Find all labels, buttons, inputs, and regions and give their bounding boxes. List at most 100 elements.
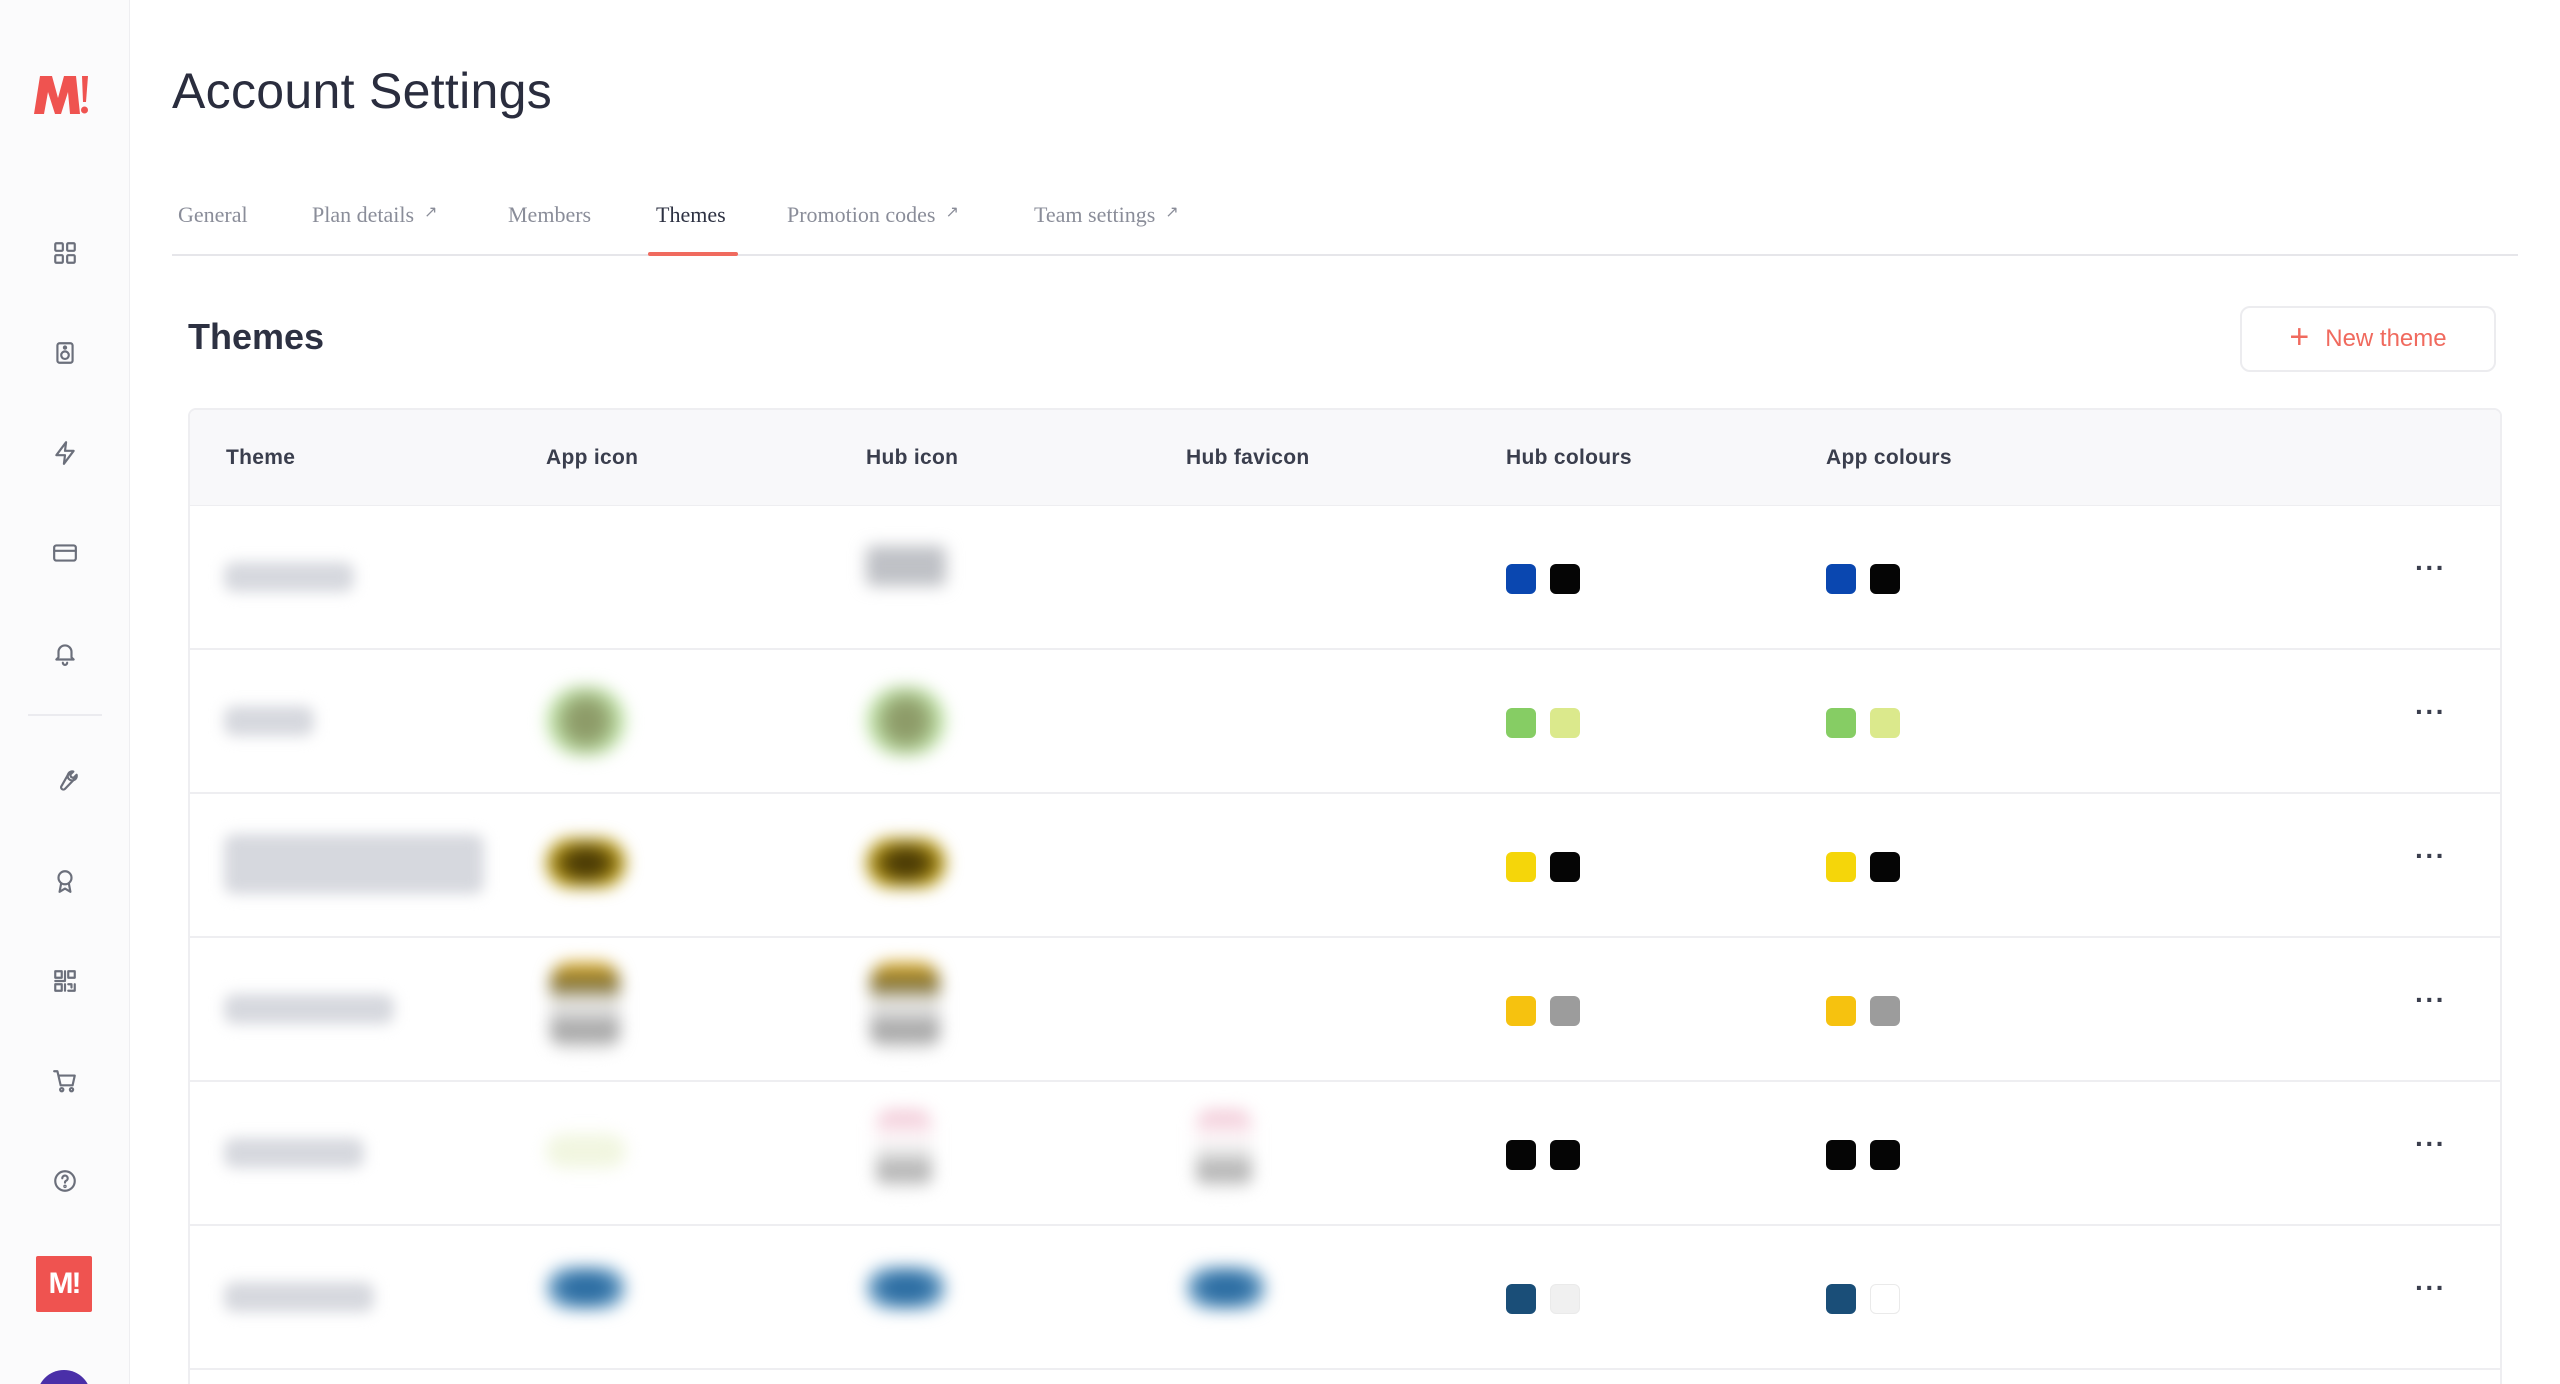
new-theme-button[interactable]: + New theme <box>2240 306 2496 372</box>
hub-icon-image <box>870 962 940 1052</box>
app-icon-image <box>546 838 626 888</box>
color-swatch <box>1826 996 1856 1026</box>
column-header-hub-favicon: Hub favicon <box>1186 446 1310 469</box>
brand-logo[interactable] <box>30 68 90 120</box>
tab-promotion-codes[interactable]: Promotion codes ↗ <box>787 202 959 228</box>
grid-icon[interactable] <box>48 236 82 270</box>
table-header: Theme App icon Hub icon Hub favicon Hub … <box>190 410 2500 506</box>
color-swatch <box>1506 852 1536 882</box>
column-header-app-colours: App colours <box>1826 446 1952 469</box>
tab-team-settings[interactable]: Team settings ↗ <box>1034 202 1179 228</box>
hub-icon-image <box>866 546 946 586</box>
row-actions-button[interactable]: ··· <box>2415 1128 2446 1160</box>
app-colours <box>1826 996 1900 1026</box>
hub-colours <box>1506 564 1580 594</box>
color-swatch <box>1870 1284 1900 1314</box>
external-link-icon: ↗ <box>945 202 959 221</box>
color-swatch <box>1870 996 1900 1026</box>
active-tab-indicator <box>648 252 738 256</box>
color-swatch <box>1826 1140 1856 1170</box>
app-colours <box>1826 564 1900 594</box>
tab-bar: General Plan details ↗ Members Themes Pro… <box>172 180 2518 256</box>
table-row[interactable]: ··· <box>190 1082 2500 1226</box>
external-link-icon: ↗ <box>1165 202 1179 221</box>
color-swatch <box>1826 852 1856 882</box>
lightning-icon[interactable] <box>48 436 82 470</box>
color-swatch <box>1550 1284 1580 1314</box>
color-swatch <box>1550 708 1580 738</box>
page-title: Account Settings <box>172 63 553 119</box>
app-icon-image <box>546 686 626 756</box>
row-actions-button[interactable]: ··· <box>2415 984 2446 1016</box>
external-link-icon: ↗ <box>424 202 438 221</box>
hub-icon-image <box>866 686 946 756</box>
hub-favicon-image <box>1186 1266 1266 1310</box>
sidebar: M! <box>0 0 130 1384</box>
color-swatch <box>1550 564 1580 594</box>
color-swatch <box>1550 996 1580 1026</box>
app-colours <box>1826 708 1900 738</box>
tab-members[interactable]: Members <box>508 202 591 228</box>
app-icon-image <box>546 1134 626 1168</box>
award-icon[interactable] <box>48 864 82 898</box>
hub-icon-image <box>866 1266 946 1310</box>
brand-badge[interactable]: M! <box>36 1256 92 1312</box>
column-header-app-icon: App icon <box>546 446 639 469</box>
theme-name-redacted <box>224 994 394 1024</box>
plus-icon: + <box>2289 318 2310 356</box>
color-swatch <box>1870 1140 1900 1170</box>
avatar[interactable] <box>37 1370 91 1384</box>
app-icon-image <box>546 1266 626 1310</box>
table-row[interactable]: ··· <box>190 938 2500 1082</box>
table-row[interactable]: ··· <box>190 506 2500 650</box>
hub-colours <box>1506 708 1580 738</box>
hub-colours <box>1506 1140 1580 1170</box>
color-swatch <box>1506 564 1536 594</box>
card-icon[interactable] <box>48 536 82 570</box>
hub-icon-image <box>866 838 946 888</box>
color-swatch <box>1826 564 1856 594</box>
help-icon[interactable] <box>48 1164 82 1198</box>
section-title: Themes <box>188 316 325 357</box>
hub-colours <box>1506 996 1580 1026</box>
theme-name-redacted <box>224 1282 374 1312</box>
row-actions-button[interactable]: ··· <box>2415 696 2446 728</box>
table-row[interactable]: ··· <box>190 794 2500 938</box>
row-actions-button[interactable]: ··· <box>2415 552 2446 584</box>
bell-icon[interactable] <box>48 636 82 670</box>
color-swatch <box>1550 852 1580 882</box>
row-actions-button[interactable]: ··· <box>2415 1272 2446 1304</box>
app-colours <box>1826 852 1900 882</box>
theme-name-redacted <box>224 562 354 592</box>
speaker-icon[interactable] <box>48 336 82 370</box>
qr-code-icon[interactable] <box>48 964 82 998</box>
color-swatch <box>1870 564 1900 594</box>
app-icon-image <box>550 962 620 1052</box>
themes-table: Theme App icon Hub icon Hub favicon Hub … <box>188 408 2502 1384</box>
app-colours <box>1826 1284 1900 1314</box>
cart-icon[interactable] <box>48 1064 82 1098</box>
hub-icon-image <box>876 1110 932 1190</box>
theme-name-redacted <box>224 834 484 894</box>
table-row[interactable]: ··· <box>190 1226 2500 1370</box>
row-actions-button[interactable]: ··· <box>2415 840 2446 872</box>
column-header-hub-icon: Hub icon <box>866 446 959 469</box>
color-swatch <box>1550 1140 1580 1170</box>
color-swatch <box>1506 708 1536 738</box>
color-swatch <box>1870 708 1900 738</box>
hub-favicon-image <box>1196 1110 1252 1190</box>
color-swatch <box>1826 708 1856 738</box>
wrench-icon[interactable] <box>48 764 82 798</box>
color-swatch <box>1870 852 1900 882</box>
color-swatch <box>1826 1284 1856 1314</box>
theme-name-redacted <box>224 706 314 736</box>
color-swatch <box>1506 1140 1536 1170</box>
new-theme-label: New theme <box>2325 325 2447 352</box>
tab-plan-details[interactable]: Plan details ↗ <box>312 202 437 228</box>
tab-general[interactable]: General <box>178 202 248 228</box>
app-colours <box>1826 1140 1900 1170</box>
hub-colours <box>1506 852 1580 882</box>
theme-name-redacted <box>224 1138 364 1168</box>
tab-themes[interactable]: Themes <box>656 202 726 228</box>
table-row[interactable]: ··· <box>190 650 2500 794</box>
